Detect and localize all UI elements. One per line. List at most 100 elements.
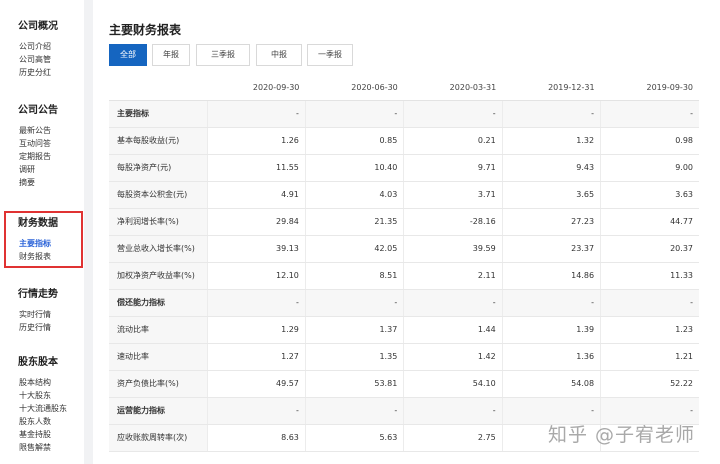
- table-cell: -: [501, 289, 601, 317]
- sidebar-item[interactable]: 股东人数: [19, 415, 84, 428]
- table-row: 每股资本公积金(元) 4.91 4.03 3.71 3.65 3.63: [109, 181, 699, 209]
- column-header: [109, 76, 207, 101]
- table-cell: 53.81: [304, 370, 404, 398]
- table-cell: 49.57: [206, 370, 306, 398]
- table-row: 基本每股收益(元) 1.26 0.85 0.21 1.32 0.98: [109, 127, 699, 155]
- table-cell: 39.13: [206, 235, 306, 263]
- table-cell: 1.42: [403, 343, 503, 371]
- sidebar-item[interactable]: 公司高管: [19, 53, 84, 66]
- table-cell: 54.10: [403, 370, 503, 398]
- sidebar-section-title: 公司概况: [18, 21, 58, 32]
- sidebar-item[interactable]: 公司介绍: [19, 40, 84, 53]
- sidebar-section: 公司概况公司介绍 公司高管 历史分红: [0, 17, 84, 79]
- sidebar-item[interactable]: 互动问答: [19, 137, 84, 150]
- table-cell: 4.91: [206, 181, 306, 209]
- table-cell: 9.71: [403, 154, 503, 182]
- column-header: 2019-09-30: [600, 76, 699, 101]
- row-label: 速动比率: [109, 343, 207, 371]
- table-row: 每股净资产(元) 11.55 10.40 9.71 9.43 9.00: [109, 154, 699, 182]
- row-label: 净利润增长率(%): [109, 208, 207, 236]
- sidebar-item[interactable]: 股本结构: [19, 376, 84, 389]
- sidebar-item[interactable]: 基金持股: [19, 428, 84, 441]
- sidebar-section-title: 公司公告: [18, 105, 58, 116]
- tab-0[interactable]: 全部: [109, 44, 147, 66]
- sidebar-item[interactable]: 历史分红: [19, 66, 84, 79]
- table-cell: -: [501, 100, 601, 128]
- sidebar-section-title: 行情走势: [18, 289, 58, 300]
- table-cell: 9.43: [501, 154, 601, 182]
- sidebar-item[interactable]: 限售解禁: [19, 441, 84, 454]
- table-cell: 0.85: [304, 127, 404, 155]
- table-cell: -: [206, 289, 306, 317]
- tab-1[interactable]: 年报: [152, 44, 190, 66]
- sidebar-item[interactable]: 最新公告: [19, 124, 84, 137]
- page-title: 主要财务报表: [109, 23, 182, 37]
- table-cell: 23.37: [501, 235, 601, 263]
- table-cell: 52.22: [600, 370, 699, 398]
- table-cell: 11.55: [206, 154, 306, 182]
- table-cell: 0.98: [600, 127, 699, 155]
- table-cell: 1.29: [206, 316, 306, 344]
- table-cell: 14.86: [501, 262, 601, 290]
- row-label: 加权净资产收益率(%): [109, 262, 207, 290]
- table-row: 流动比率 1.29 1.37 1.44 1.39 1.23: [109, 316, 699, 344]
- table-cell: 3.71: [403, 181, 503, 209]
- table-cell: 11.33: [600, 262, 699, 290]
- table-header-row: 2020-09-30 2020-06-30 2020-03-31 2019-12-31…: [109, 76, 699, 101]
- table-cell: 1.37: [304, 316, 404, 344]
- table-cell: 8.51: [304, 262, 404, 290]
- column-header: 2020-06-30: [305, 76, 404, 101]
- row-label: 主要指标: [109, 100, 207, 128]
- table-cell: 20.37: [600, 235, 699, 263]
- table-cell: -: [403, 397, 503, 425]
- sidebar-item[interactable]: 摘要: [19, 176, 84, 189]
- row-label: 营业总收入增长率(%): [109, 235, 207, 263]
- tab-3[interactable]: 中报: [256, 44, 302, 66]
- watermark: 知乎 @子宥老师: [548, 424, 696, 446]
- table-cell: 8.63: [206, 424, 306, 452]
- table-cell: 27.23: [501, 208, 601, 236]
- table-cell: 5.63: [304, 424, 404, 452]
- row-label: 资产负债比率(%): [109, 370, 207, 398]
- table-cell: 1.23: [600, 316, 699, 344]
- sidebar-section: 行情走势实时行情 历史行情: [0, 285, 84, 334]
- sidebar-item[interactable]: 十大股东: [19, 389, 84, 402]
- table-cell: 4.03: [304, 181, 404, 209]
- sidebar-item[interactable]: 调研: [19, 163, 84, 176]
- sidebar-item[interactable]: 定期报告: [19, 150, 84, 163]
- row-label: 运营能力指标: [109, 397, 207, 425]
- table-row: 营业总收入增长率(%) 39.13 42.05 39.59 23.37 20.37: [109, 235, 699, 263]
- column-header: 2020-03-31: [403, 76, 503, 101]
- table-cell: -: [403, 100, 503, 128]
- table-cell: 9.00: [600, 154, 699, 182]
- table-row: 速动比率 1.27 1.35 1.42 1.36 1.21: [109, 343, 699, 371]
- row-label: 每股资本公积金(元): [109, 181, 207, 209]
- sidebar-item[interactable]: 历史行情: [19, 321, 84, 334]
- table-cell: 3.63: [600, 181, 699, 209]
- table-cell: 54.08: [501, 370, 601, 398]
- table-cell: -: [600, 100, 699, 128]
- table-cell: 1.26: [206, 127, 306, 155]
- tab-2[interactable]: 三季报: [196, 44, 250, 66]
- row-label: 每股净资产(元): [109, 154, 207, 182]
- sidebar-item[interactable]: 十大流通股东: [19, 402, 84, 415]
- sidebar: 公司概况 公司介绍 公司高管 历史分红 公司公告 最新公告 互动问答 定期报告 调研 摘要 财务数据…: [0, 0, 84, 464]
- table-row: 资产负债比率(%) 49.57 53.81 54.10 54.08 52.22: [109, 370, 699, 398]
- table-cell: 39.59: [403, 235, 503, 263]
- sidebar-section: 公司公告最新公告 互动问答 定期报告 调研 摘要: [0, 101, 84, 189]
- table-cell: 12.10: [206, 262, 306, 290]
- row-label: 应收账款周转率(次): [109, 424, 207, 452]
- main-panel: 主要财务报表 全部 年报 三季报 中报 一季报 2020-09-30 2020-06-30…: [93, 0, 720, 464]
- table-cell: 10.40: [304, 154, 404, 182]
- table-row: 加权净资产收益率(%) 12.10 8.51 2.11 14.86 11.33: [109, 262, 699, 290]
- row-label: 流动比率: [109, 316, 207, 344]
- table-cell: -: [403, 289, 503, 317]
- sidebar-section: 股东股本 股本结构 十大股东 十大流通股东 股东人数 基金持股 限售解禁: [0, 353, 84, 454]
- sidebar-item[interactable]: 实时行情: [19, 308, 84, 321]
- table-cell: 1.44: [403, 316, 503, 344]
- table-cell: 2.11: [403, 262, 503, 290]
- table-cell: -: [304, 289, 404, 317]
- row-label: 偿还能力指标: [109, 289, 207, 317]
- tab-4[interactable]: 一季报: [307, 44, 353, 66]
- table-cell: 29.84: [206, 208, 306, 236]
